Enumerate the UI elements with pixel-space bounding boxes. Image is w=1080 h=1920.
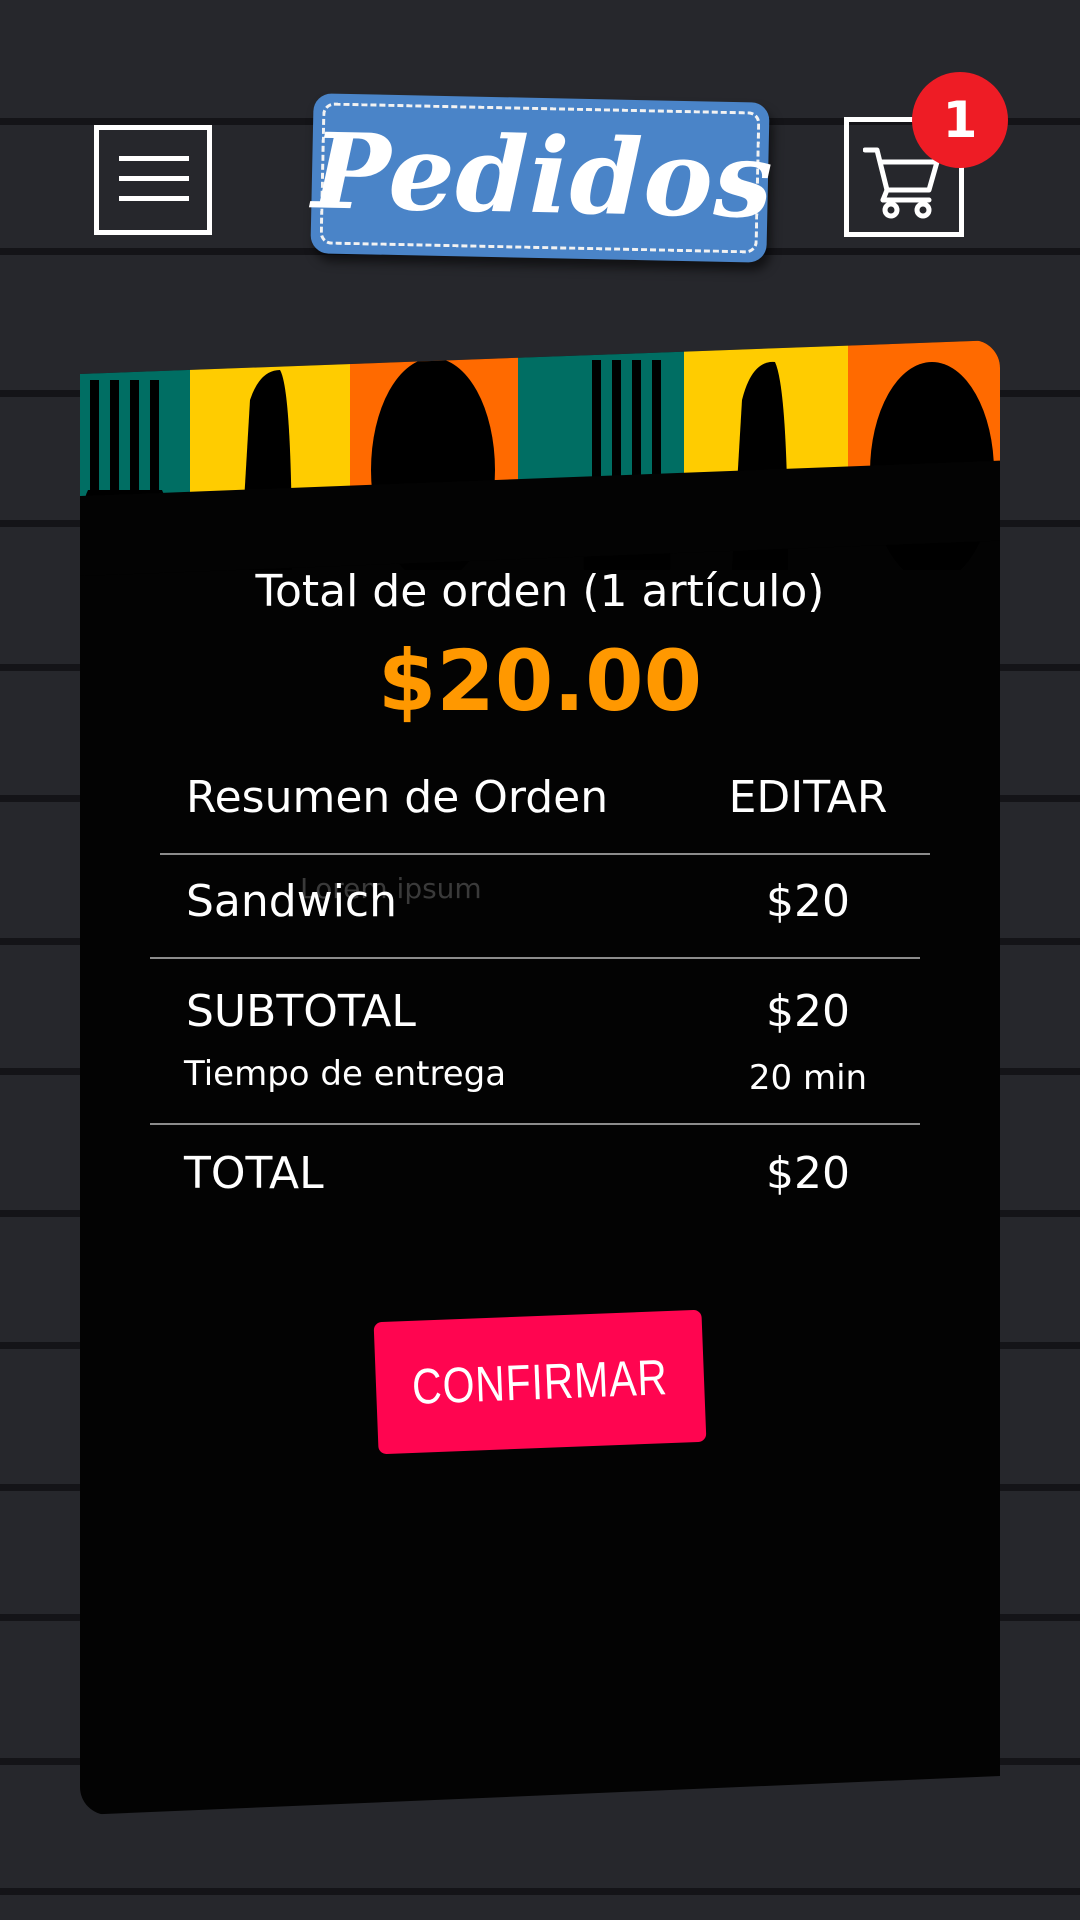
delivery-time-value: 20 min xyxy=(748,1058,868,1098)
divider xyxy=(150,957,920,959)
logo-text: Pedidos xyxy=(310,109,775,242)
plank-line xyxy=(0,1888,1080,1895)
item-price: $20 xyxy=(766,876,850,927)
order-total-label: Total de orden (1 artículo) xyxy=(255,566,825,617)
order-total-amount: $20.00 xyxy=(377,632,703,730)
app-logo: Pedidos xyxy=(310,93,775,263)
hamburger-menu-icon xyxy=(119,176,189,181)
delivery-time-label: Tiempo de entrega xyxy=(184,1054,507,1094)
subtotal-value: $20 xyxy=(766,986,850,1037)
item-name: Sandwich xyxy=(186,876,397,927)
total-value: $20 xyxy=(766,1148,850,1199)
cart-count-badge: 1 xyxy=(912,72,1008,168)
menu-button[interactable] xyxy=(94,125,212,235)
hamburger-menu-icon xyxy=(119,196,189,201)
total-label: TOTAL xyxy=(184,1148,324,1199)
confirm-button[interactable]: CONFIRMAR xyxy=(373,1309,707,1455)
divider xyxy=(160,853,930,855)
hamburger-menu-icon xyxy=(119,156,189,161)
divider xyxy=(150,1123,920,1125)
edit-link[interactable]: EDITAR xyxy=(708,772,908,823)
summary-title: Resumen de Orden xyxy=(186,772,609,823)
confirm-button-label: CONFIRMAR xyxy=(411,1349,669,1415)
subtotal-label: SUBTOTAL xyxy=(186,986,416,1037)
